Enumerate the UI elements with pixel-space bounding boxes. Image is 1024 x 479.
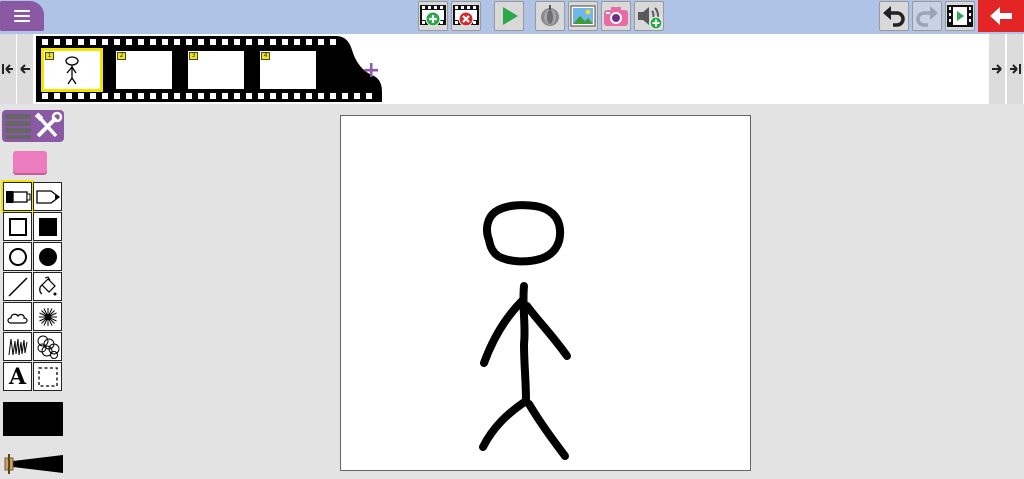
brush-marker-tool[interactable] [1, 180, 34, 213]
scribble-icon [8, 338, 27, 355]
fill-bucket-icon [38, 275, 56, 295]
text-icon: A [8, 363, 27, 390]
tool-settings-icon [5, 111, 63, 139]
stamp-circles-icon [37, 335, 59, 359]
top-toolbar [0, 0, 1024, 34]
arrow-left-icon [20, 64, 30, 74]
text-tool[interactable]: A [3, 362, 32, 391]
cloud-shape-tool[interactable] [3, 302, 32, 331]
circle-outline-icon [8, 247, 27, 266]
scroll-end-button[interactable] [1007, 34, 1023, 104]
brush-marker-icon [5, 190, 30, 203]
scroll-start-button[interactable] [0, 34, 16, 104]
onion-skin-icon [541, 5, 559, 26]
back-button[interactable] [978, 0, 1024, 32]
cloud-shape-icon [6, 313, 28, 324]
spray-tool[interactable] [33, 302, 62, 331]
drawing-canvas[interactable] [340, 115, 751, 471]
stick-figure-drawing [479, 201, 571, 460]
add-frame-plus[interactable]: + [362, 60, 380, 82]
speaker-add-icon [638, 7, 663, 30]
undo-button[interactable] [879, 1, 909, 31]
frame-thumbnail-4[interactable]: 4 [260, 51, 316, 89]
menu-button[interactable] [0, 1, 44, 31]
scribble-tool[interactable] [3, 332, 32, 361]
play-button[interactable] [494, 1, 524, 31]
image-icon [570, 5, 596, 27]
stamp-circles-tool[interactable] [33, 332, 62, 361]
add-sound-button[interactable] [634, 1, 664, 31]
filmstrip-panel: 1 2 3 4 + [0, 34, 1024, 104]
film-delete-icon [453, 5, 479, 27]
menu-icon [14, 10, 30, 22]
frame-number: 4 [261, 52, 270, 60]
circle-filled-icon [38, 247, 57, 266]
frame-number: 1 [45, 52, 54, 60]
line-tool[interactable] [3, 272, 32, 301]
rectangle-outline-tool[interactable] [3, 212, 32, 241]
brush-size-slider[interactable] [3, 452, 63, 476]
selection-tool[interactable] [33, 362, 62, 391]
rectangle-filled-tool[interactable] [33, 212, 62, 241]
line-icon [7, 276, 28, 297]
delete-frame-button[interactable] [451, 1, 481, 31]
frame-thumbnail-2[interactable]: 2 [116, 51, 172, 89]
export-movie-button[interactable] [945, 1, 975, 31]
tool-settings-button[interactable] [2, 110, 64, 142]
frame-thumbnail-1[interactable]: 1 [41, 48, 103, 92]
fill-bucket-tool[interactable] [33, 272, 62, 301]
add-frame-button[interactable] [418, 1, 448, 31]
frame-number: 3 [189, 52, 198, 60]
rectangle-outline-icon [8, 217, 27, 236]
back-arrow-icon [990, 7, 1012, 25]
film-add-icon [420, 5, 446, 27]
scroll-left-button[interactable] [17, 34, 33, 104]
redo-icon [916, 6, 938, 27]
scroll-right-button[interactable] [989, 34, 1005, 104]
pen-icon [35, 189, 60, 204]
skip-end-icon [1010, 64, 1021, 74]
skip-start-icon [2, 64, 13, 74]
selection-icon [37, 366, 58, 387]
rectangle-filled-icon [38, 217, 57, 236]
frame-thumbnail-3[interactable]: 3 [188, 51, 244, 89]
camera-button[interactable] [601, 1, 631, 31]
background-image-button[interactable] [568, 1, 598, 31]
eraser-icon[interactable] [13, 151, 47, 173]
pen-tool[interactable] [33, 182, 62, 211]
frame-number: 2 [117, 52, 126, 60]
circle-outline-tool[interactable] [3, 242, 32, 271]
circle-filled-tool[interactable] [33, 242, 62, 271]
spray-icon [38, 307, 57, 326]
film-play-icon [947, 5, 973, 27]
play-icon [503, 7, 518, 25]
arrow-right-icon [992, 64, 1002, 74]
brush-size-wedge-icon [4, 454, 63, 474]
onion-skin-button[interactable] [535, 1, 565, 31]
filmstrip: 1 2 3 4 + [36, 36, 382, 102]
undo-icon [883, 6, 905, 27]
camera-icon [604, 7, 628, 26]
current-color-swatch[interactable] [3, 402, 63, 436]
redo-button[interactable] [912, 1, 942, 31]
